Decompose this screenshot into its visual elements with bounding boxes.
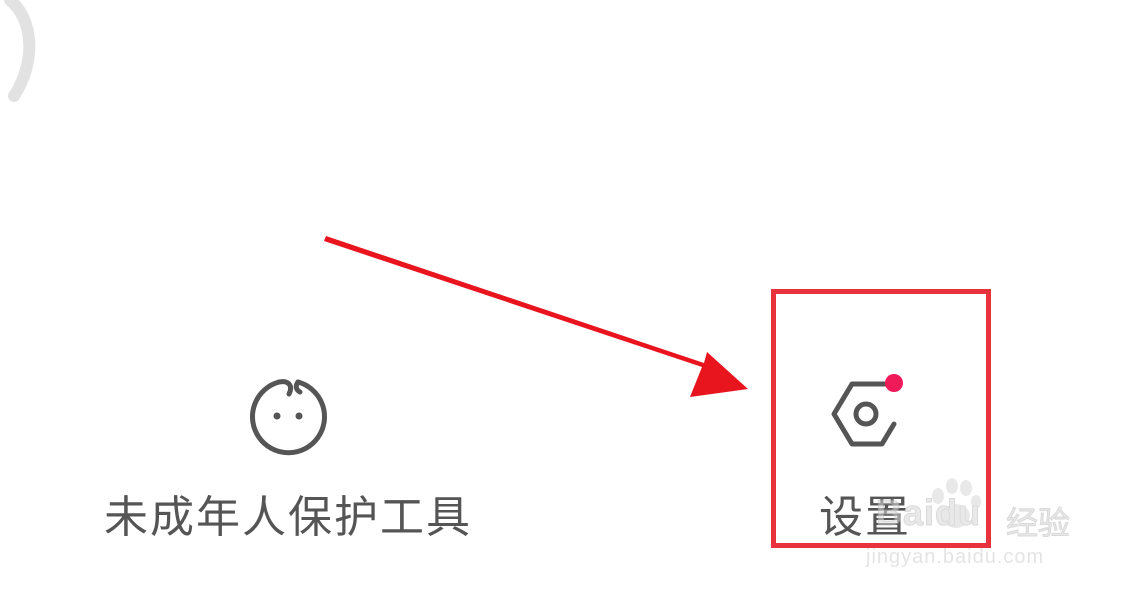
watermark-url: jingyan.baidu.com xyxy=(866,546,1045,568)
baidu-jingyan-watermark: Baidu 经验 jingyan.baidu.com xyxy=(858,478,1078,584)
watermark-brand: Baidu xyxy=(875,492,982,534)
partial-avatar-ring xyxy=(4,0,36,102)
baby-face-icon xyxy=(243,372,333,458)
minor-protection-tool-item[interactable]: 未成年人保护工具 xyxy=(92,372,484,540)
minor-protection-tool-label: 未成年人保护工具 xyxy=(104,492,472,543)
watermark-product: 经验 xyxy=(1005,504,1071,543)
